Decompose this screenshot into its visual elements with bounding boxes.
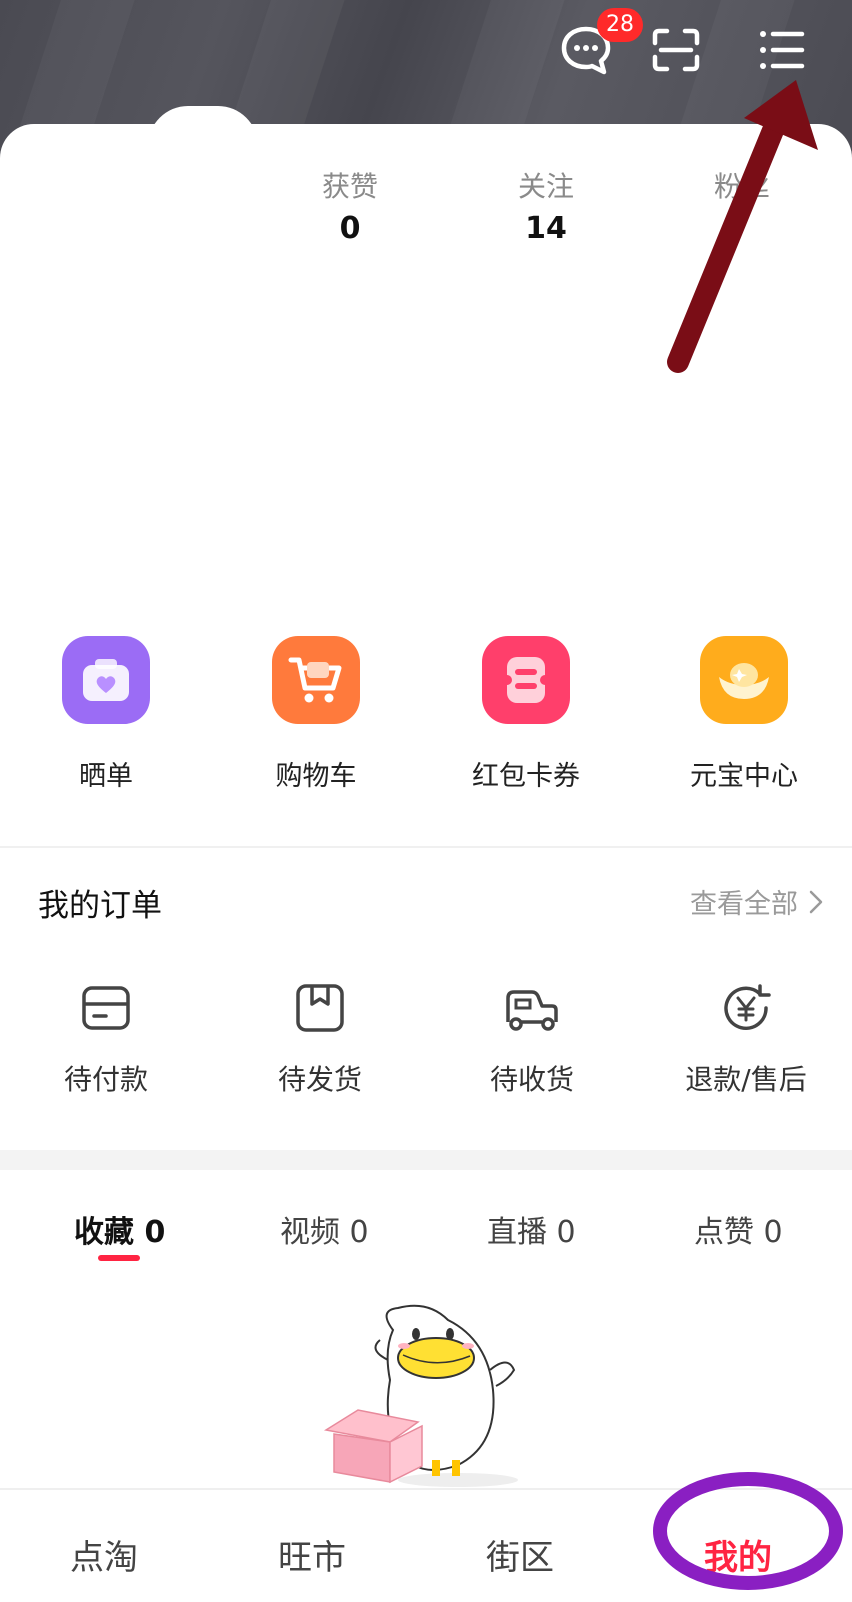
annotation-arrow [667, 80, 818, 373]
annotation-circle [653, 1472, 843, 1590]
annotation-overlay [653, 80, 843, 1590]
